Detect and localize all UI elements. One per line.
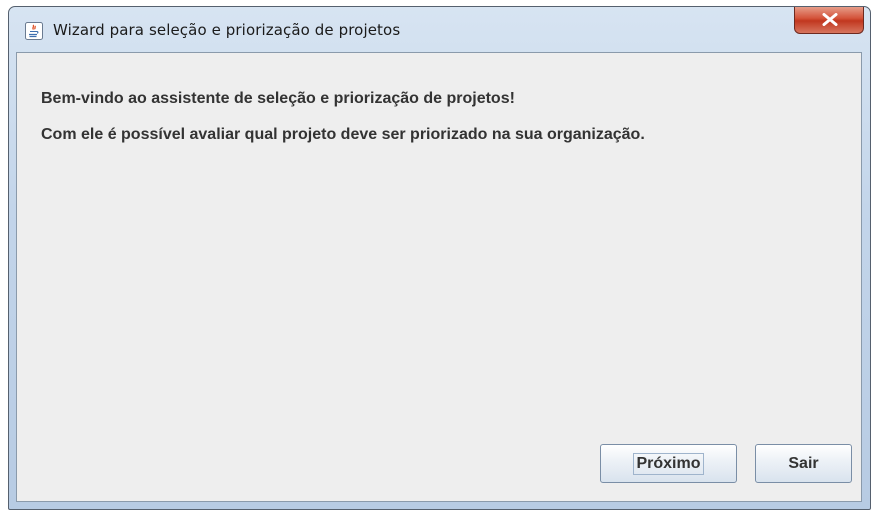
exit-button[interactable]: Sair bbox=[755, 444, 852, 483]
welcome-text: Bem-vindo ao assistente de seleção e pri… bbox=[41, 90, 515, 107]
java-icon bbox=[25, 22, 43, 40]
next-button[interactable]: Próximo bbox=[600, 444, 737, 483]
window-title: Wizard para seleção e priorização de pro… bbox=[53, 21, 401, 39]
title-bar[interactable]: Wizard para seleção e priorização de pro… bbox=[9, 7, 870, 53]
wizard-content-panel: Bem-vindo ao assistente de seleção e pri… bbox=[16, 52, 862, 502]
close-icon bbox=[822, 13, 838, 26]
wizard-window: Wizard para seleção e priorização de pro… bbox=[8, 6, 871, 510]
close-button[interactable] bbox=[794, 7, 864, 34]
next-button-label: Próximo bbox=[633, 452, 704, 475]
exit-button-label: Sair bbox=[788, 454, 819, 472]
description-text: Com ele é possível avaliar qual projeto … bbox=[41, 126, 645, 143]
